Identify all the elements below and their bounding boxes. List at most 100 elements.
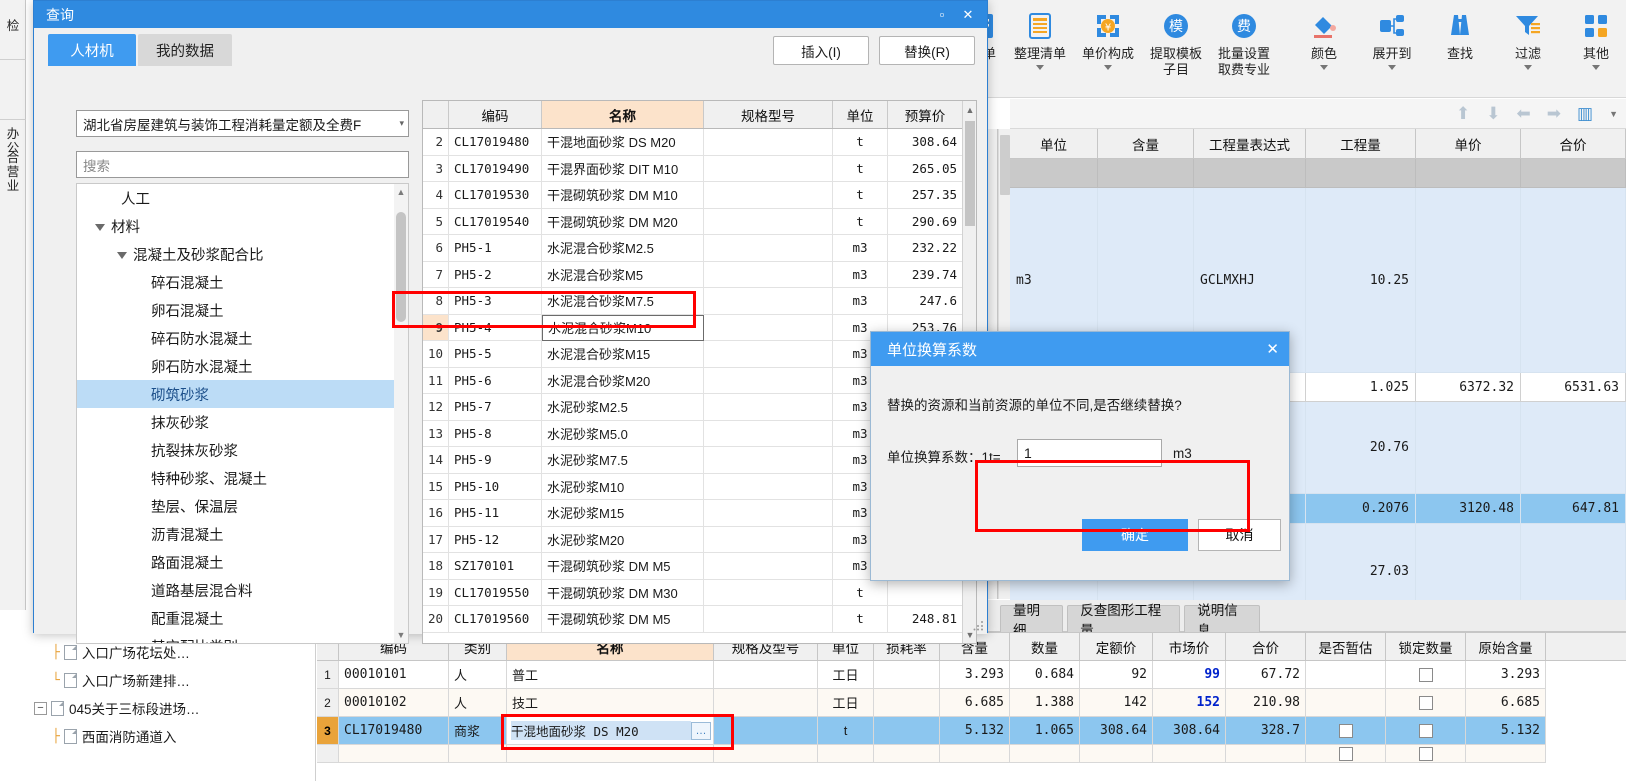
- ribbon-button-yanse[interactable]: 颜色: [1290, 4, 1358, 70]
- library-select[interactable]: 湖北省房屋建筑与装饰工程消耗量定额及全费F ▾: [76, 110, 409, 137]
- lock-quantity-checkbox[interactable]: [1418, 746, 1433, 761]
- scroll-down-icon[interactable]: ▼: [394, 627, 408, 643]
- table-row[interactable]: 3 CL17019480 商浆 干混地面砂浆 DS M20 … t 5.132 …: [317, 717, 1626, 745]
- tree-item-mohui-shajiang[interactable]: 抹灰砂浆: [77, 408, 408, 436]
- insert-button[interactable]: 插入(I): [773, 36, 869, 65]
- ribbon-button-zhengli-qingdan[interactable]: 整理清单: [1006, 4, 1074, 70]
- list-item[interactable]: − 045关于三标段进场…: [26, 694, 315, 722]
- tree-item-peizhong-hunningtu[interactable]: 配重混凝土: [77, 604, 408, 632]
- chevron-down-icon[interactable]: [1524, 64, 1532, 70]
- chevron-down-icon[interactable]: [1388, 64, 1396, 70]
- table-row[interactable]: 4 CL17019530 干混砌筑砂浆 DM M10 t 257.35: [423, 182, 976, 209]
- maximize-icon[interactable]: ▫: [929, 4, 955, 26]
- chevron-down-icon[interactable]: ▾: [396, 118, 404, 129]
- table-row[interactable]: [317, 745, 1626, 763]
- rail-item-bangong[interactable]: 办公: [0, 120, 26, 154]
- cell-name[interactable]: 技工: [507, 689, 714, 717]
- table-row[interactable]: 2 00010102 人 技工 工日 6.685 1.388 142 152 2…: [317, 689, 1626, 717]
- table-row[interactable]: 1 00010101 人 普工 工日 3.293 0.684 92 99 67.…: [317, 661, 1626, 689]
- chevron-down-icon[interactable]: [95, 224, 105, 231]
- tree-item-suishi-hunningtu[interactable]: 碎石混凝土: [77, 268, 408, 296]
- estimate-checkbox[interactable]: [1338, 723, 1353, 738]
- lock-quantity-checkbox[interactable]: [1418, 667, 1433, 682]
- move-right-icon[interactable]: ➡: [1547, 104, 1561, 124]
- ribbon-button-zhankai-dao[interactable]: 展开到: [1358, 4, 1426, 70]
- cell-name-focused[interactable]: 水泥混合砂浆M10: [542, 314, 704, 341]
- tab-shuoming-xinxi[interactable]: 说明信息: [1184, 603, 1260, 638]
- move-left-icon[interactable]: ⬅: [1517, 104, 1531, 124]
- table-row[interactable]: 7 PH5-2 水泥混合砂浆M5 m3 239.74: [423, 261, 976, 288]
- cell-market-price[interactable]: 308.64: [1153, 717, 1226, 745]
- cell-name[interactable]: 水泥砂浆M10: [542, 473, 704, 500]
- cell-name[interactable]: 普工: [507, 661, 714, 689]
- dialog-titlebar[interactable]: 单位换算系数 ✕: [871, 332, 1289, 366]
- table-row[interactable]: 3 CL17019490 干混界面砂浆 DIT M10 t 265.05: [423, 155, 976, 182]
- cell-name[interactable]: 水泥砂浆M2.5: [542, 394, 704, 421]
- chevron-down-icon[interactable]: [1036, 64, 1044, 70]
- cell-name[interactable]: 水泥混合砂浆M15: [542, 341, 704, 368]
- tree-item-daolu-jiceng[interactable]: 道路基层混合料: [77, 576, 408, 604]
- cancel-button[interactable]: 取消: [1198, 519, 1281, 551]
- tab-liangmingxi[interactable]: 量明细: [1000, 603, 1064, 638]
- scrollbar-thumb[interactable]: [1000, 135, 1010, 195]
- cell-name[interactable]: 干混界面砂浆 DIT M10: [542, 155, 704, 182]
- tree-item-luanshi-hunningtu[interactable]: 卵石混凝土: [77, 296, 408, 324]
- tab-wodeshuju[interactable]: 我的数据: [138, 34, 232, 66]
- table-row[interactable]: 19 CL17019550 干混砌筑砂浆 DM M30 t: [423, 579, 976, 606]
- replace-button[interactable]: 替换(R): [879, 36, 975, 65]
- chevron-down-icon[interactable]: [117, 252, 127, 259]
- tab-fancha-tuxing[interactable]: 反查图形工程量: [1067, 603, 1181, 638]
- lock-quantity-checkbox[interactable]: [1418, 695, 1433, 710]
- search-input[interactable]: 搜索: [76, 151, 409, 178]
- cell-name[interactable]: 干混砌筑砂浆 DM M20: [542, 208, 704, 235]
- table-row[interactable]: 5 CL17019540 干混砌筑砂浆 DM M20 t 290.69: [423, 208, 976, 235]
- cell-name[interactable]: 水泥砂浆M5.0: [542, 420, 704, 447]
- rail-item-jian[interactable]: 检: [0, 0, 26, 60]
- resize-grip-icon[interactable]: [973, 620, 984, 631]
- chevron-down-icon[interactable]: [1104, 64, 1112, 70]
- column-settings-icon[interactable]: ▥: [1577, 104, 1593, 124]
- move-down-icon[interactable]: ⬇: [1486, 104, 1500, 124]
- tree-item-cailiao[interactable]: 材料: [77, 212, 408, 240]
- cell-name[interactable]: 水泥砂浆M7.5: [542, 447, 704, 474]
- move-up-icon[interactable]: ⬆: [1456, 104, 1470, 124]
- ribbon-button-danjia-goucheng[interactable]: ¥ 单价构成: [1074, 4, 1142, 70]
- list-item[interactable]: ├ 西面消防通道入: [26, 722, 315, 750]
- list-item[interactable]: └ 入口广场新建排…: [26, 666, 315, 694]
- cell-name[interactable]: 干混砌筑砂浆 DM M5: [542, 606, 704, 633]
- factor-input[interactable]: 1: [1017, 439, 1162, 467]
- cell-name-editor[interactable]: 干混地面砂浆 DS M20 …: [507, 717, 714, 745]
- ribbon-button-chazhao[interactable]: 查找: [1426, 4, 1494, 62]
- cell-name[interactable]: 干混地面砂浆 DS M20: [542, 129, 704, 156]
- query-window-titlebar[interactable]: 查询 ▫ ✕: [34, 1, 987, 28]
- ellipsis-button[interactable]: …: [691, 721, 711, 740]
- cell-lock-qty[interactable]: [1386, 661, 1466, 689]
- cell-name[interactable]: 干混砌筑砂浆 DM M5: [542, 553, 704, 580]
- table-row[interactable]: 2 CL17019480 干混地面砂浆 DS M20 t 308.64: [423, 129, 976, 156]
- cell-lock-qty[interactable]: [1386, 689, 1466, 717]
- cell-name[interactable]: 水泥混合砂浆M5: [542, 261, 704, 288]
- lock-quantity-checkbox[interactable]: [1418, 723, 1433, 738]
- tree-item-dianceng-baowenceng[interactable]: 垫层、保温层: [77, 492, 408, 520]
- tree-item-qizhu-shajiang[interactable]: 砌筑砂浆: [77, 380, 408, 408]
- chevron-down-icon[interactable]: ▼: [1609, 109, 1618, 119]
- table-row[interactable]: 20 CL17019560 干混砌筑砂浆 DM M5 t 248.81: [423, 606, 976, 633]
- cell-name[interactable]: 干混砌筑砂浆 DM M10: [542, 182, 704, 209]
- cell-name[interactable]: 水泥砂浆M15: [542, 500, 704, 527]
- cell-estimate[interactable]: [1306, 717, 1386, 745]
- cell-name[interactable]: 水泥混合砂浆M20: [542, 367, 704, 394]
- ribbon-button-guolv[interactable]: 过滤: [1494, 4, 1562, 70]
- ok-button[interactable]: 确定: [1082, 519, 1188, 551]
- cell-market-price[interactable]: 152: [1153, 689, 1226, 717]
- table-row[interactable]: 6 PH5-1 水泥混合砂浆M2.5 m3 232.22: [423, 235, 976, 262]
- tree-item-lumian-hunningtu[interactable]: 路面混凝土: [77, 548, 408, 576]
- ribbon-button-piliang-shezhi[interactable]: 费 批量设置 取费专业: [1210, 4, 1278, 78]
- scrollbar-thumb[interactable]: [965, 121, 975, 226]
- tree-item-rengong[interactable]: 人工: [77, 184, 408, 212]
- tree-item-kanglie-mohui[interactable]: 抗裂抹灰砂浆: [77, 436, 408, 464]
- tree-item-hunningtu-peihebi[interactable]: 混凝土及砂浆配合比: [77, 240, 408, 268]
- scroll-up-icon[interactable]: ▲: [963, 101, 976, 118]
- estimate-checkbox[interactable]: [1338, 746, 1353, 761]
- scroll-up-icon[interactable]: ▲: [394, 184, 408, 200]
- expander-icon[interactable]: −: [34, 701, 47, 715]
